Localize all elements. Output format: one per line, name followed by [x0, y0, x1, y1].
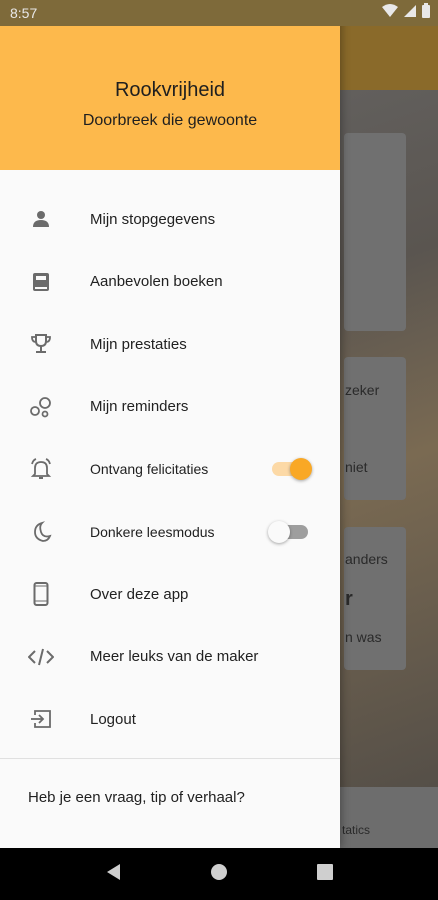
background-text: r — [345, 588, 353, 610]
logout-icon — [28, 706, 54, 732]
menu-item-prestaties[interactable]: Mijn prestaties — [0, 313, 340, 376]
phone-icon — [28, 581, 54, 607]
background-card — [344, 357, 406, 500]
background-text: zeker — [345, 382, 380, 398]
toggle-knob — [268, 520, 290, 543]
menu-item-label: Mijn prestaties — [90, 335, 187, 353]
code-icon — [28, 644, 54, 670]
alarm-icon — [28, 456, 54, 482]
menu-item-label: Over deze app — [90, 585, 189, 603]
toggle-knob — [290, 458, 312, 481]
menu-item-leesmodus[interactable]: Donkere leesmodus — [0, 501, 340, 564]
status-time: 8:57 — [10, 5, 38, 21]
menu-item-reminders[interactable]: Mijn reminders — [0, 376, 340, 439]
menu-item-felicitaties[interactable]: Ontvang felicitaties — [0, 438, 340, 501]
drawer-header: Rookvrijheid Doorbreek die gewoonte — [0, 26, 340, 170]
moon-icon — [28, 519, 54, 545]
background-text: tatics — [342, 823, 371, 837]
system-nav-bar — [0, 848, 438, 900]
menu-item-label: Aanbevolen boeken — [90, 273, 223, 291]
bubbles-icon — [28, 394, 54, 420]
menu-item-label: Meer leuks van de maker — [90, 648, 259, 666]
app-subtitle: Doorbreek die gewoonte — [82, 112, 258, 129]
menu-item-over-app[interactable]: Over deze app — [0, 563, 340, 626]
background-card — [344, 133, 406, 331]
status-bar: 8:57 — [0, 0, 438, 26]
menu-item-label: Mijn stopgegevens — [90, 210, 216, 228]
signal-icon — [404, 4, 416, 23]
menu-item-maker[interactable]: Meer leuks van de maker — [0, 626, 340, 689]
menu-item-label: Donkere leesmodus — [90, 523, 215, 540]
menu-item-stopgegevens[interactable]: Mijn stopgegevens — [0, 188, 340, 251]
home-icon[interactable] — [209, 862, 229, 887]
drawer-menu: Mijn stopgegevens Aanbevolen boeken Mijn… — [0, 188, 340, 751]
background-text: n was — [345, 629, 382, 645]
menu-item-label: Logout — [90, 710, 136, 728]
recents-icon[interactable] — [316, 863, 334, 886]
felicitaties-toggle[interactable] — [272, 458, 312, 481]
trophy-icon — [28, 331, 54, 357]
menu-item-boeken[interactable]: Aanbevolen boeken — [0, 251, 340, 314]
menu-item-logout[interactable]: Logout — [0, 688, 340, 751]
person-icon — [28, 206, 54, 232]
navigation-drawer: Rookvrijheid Doorbreek die gewoonte Mijn… — [0, 0, 340, 848]
back-icon[interactable] — [104, 862, 122, 887]
app-title: Rookvrijheid — [114, 79, 226, 101]
background-text: niet — [345, 459, 368, 475]
menu-item-label: Ontvang felicitaties — [90, 461, 209, 478]
book-icon — [28, 269, 54, 295]
menu-item-label: Mijn reminders — [90, 398, 189, 416]
feedback-link[interactable]: Heb je een vraag, tip of verhaal? — [28, 789, 245, 806]
background-text: anders — [345, 551, 388, 567]
background-card — [344, 527, 406, 670]
divider — [0, 758, 340, 759]
leesmodus-toggle[interactable] — [268, 520, 308, 543]
wifi-icon — [382, 3, 398, 23]
battery-icon — [422, 3, 430, 23]
